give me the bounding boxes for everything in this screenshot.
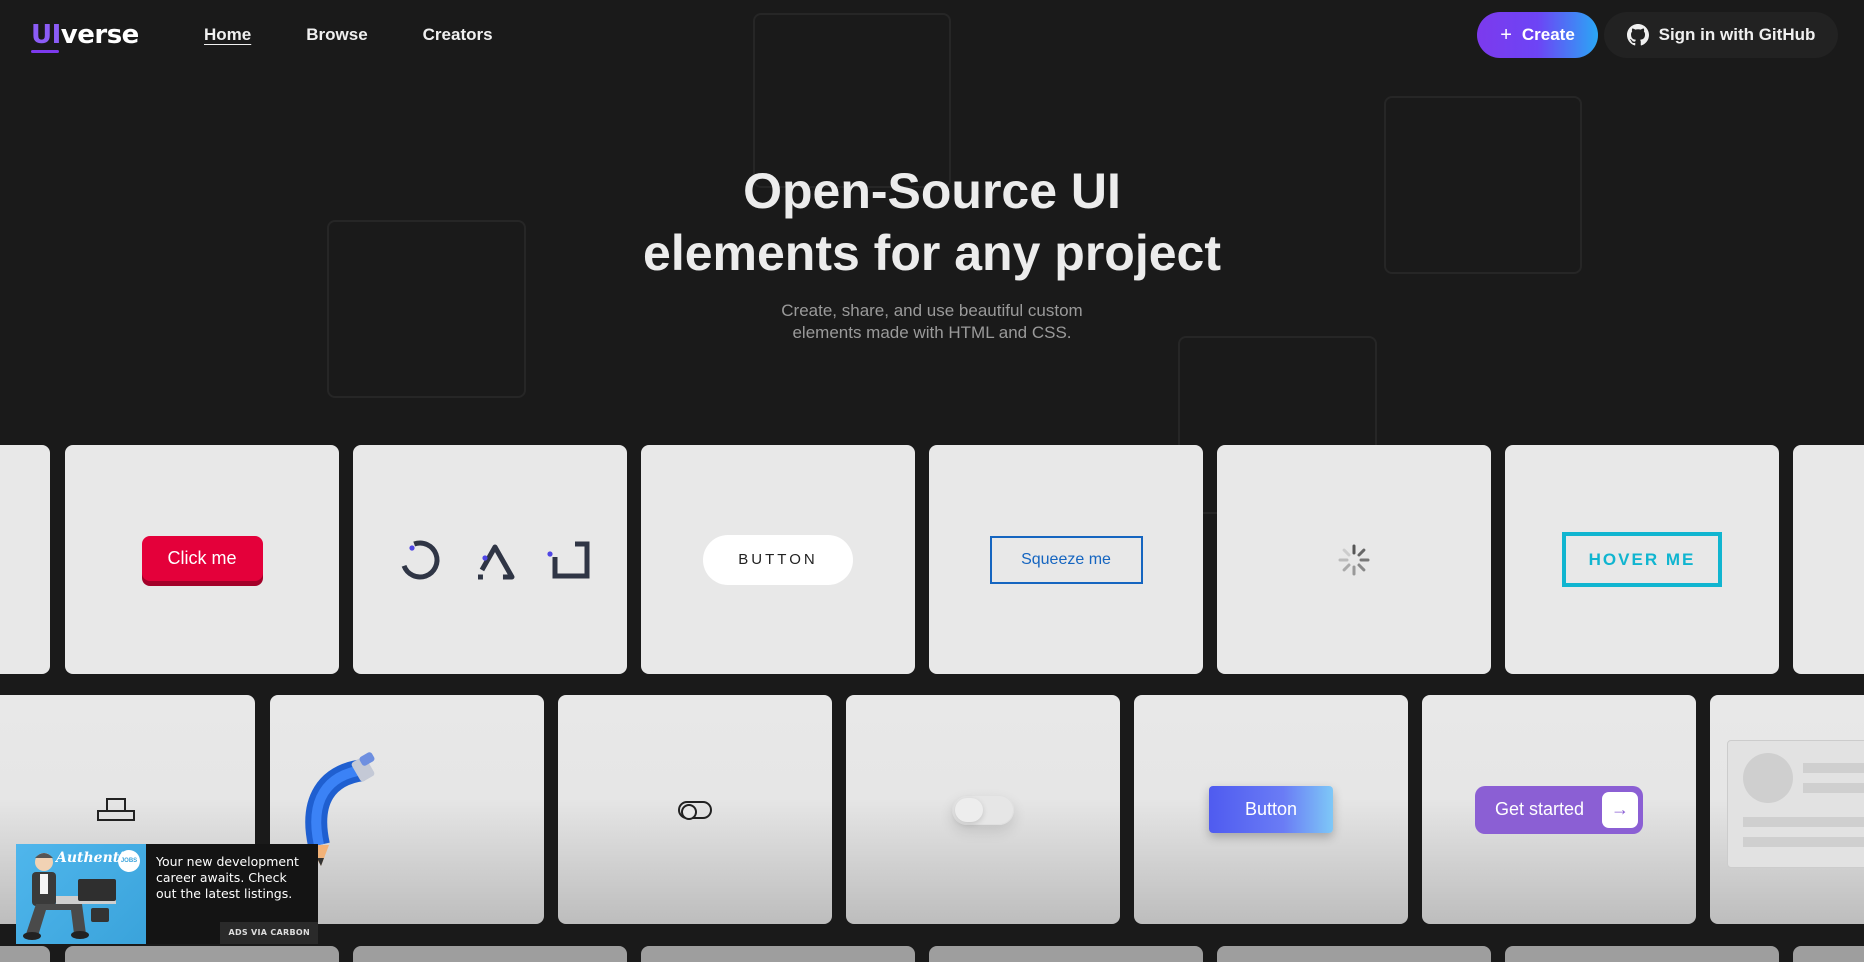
- element-card[interactable]: [1505, 946, 1779, 962]
- hero-title-line2: elements for any project: [643, 225, 1221, 281]
- hero-title: Open-Source UI elements for any project: [0, 160, 1864, 284]
- pill-button[interactable]: BUTTON: [703, 534, 853, 585]
- element-card-hover-me[interactable]: HOVER ME: [1505, 445, 1779, 674]
- element-card[interactable]: [1217, 946, 1491, 962]
- element-card[interactable]: [1793, 946, 1864, 962]
- gradient-button[interactable]: Button: [1209, 786, 1333, 833]
- arrow-right-icon: →: [1602, 791, 1638, 828]
- carbon-ad[interactable]: Authentic JOBS Your new development care…: [16, 844, 318, 944]
- skeleton-line: [1803, 783, 1864, 793]
- top-navbar: UIverse Home Browse Creators + Create Si…: [0, 0, 1864, 70]
- element-card[interactable]: [65, 946, 339, 962]
- element-card-click-me[interactable]: Click me: [65, 445, 339, 674]
- skeleton-line: [1743, 837, 1864, 847]
- github-label: Sign in with GitHub: [1658, 25, 1816, 44]
- hero-subtitle: Create, share, and use beautiful custom …: [0, 300, 1864, 344]
- element-card-get-started[interactable]: Get started →: [1422, 695, 1696, 924]
- element-card-squeeze[interactable]: Squeeze me: [929, 445, 1203, 674]
- sign-in-github-button[interactable]: Sign in with GitHub: [1604, 12, 1838, 58]
- element-card[interactable]: [641, 946, 915, 962]
- uiverse-logo[interactable]: UIverse: [31, 20, 139, 50]
- hero-subtitle-line1: Create, share, and use beautiful custom: [781, 301, 1083, 320]
- page: UIverse Home Browse Creators + Create Si…: [0, 0, 1864, 962]
- element-card[interactable]: [0, 946, 50, 962]
- logo-verse-text: verse: [60, 20, 140, 50]
- logo-ui-text: UI: [31, 20, 61, 50]
- plus-icon: +: [1500, 24, 1512, 46]
- ad-copy[interactable]: Your new development career awaits. Chec…: [146, 844, 318, 944]
- shape-loaders-icon: [400, 540, 590, 579]
- element-card[interactable]: [353, 946, 627, 962]
- click-me-button[interactable]: Click me: [141, 535, 263, 581]
- element-card-soft-toggle[interactable]: [846, 695, 1120, 924]
- nav-home[interactable]: Home: [204, 25, 251, 45]
- main-nav: Home Browse Creators: [204, 25, 548, 45]
- hero-title-line1: Open-Source UI: [743, 163, 1121, 219]
- element-card-outline-toggle[interactable]: [558, 695, 832, 924]
- ad-person-illustration: [23, 853, 116, 940]
- get-started-label: Get started: [1495, 799, 1585, 819]
- hover-me-button[interactable]: HOVER ME: [1562, 532, 1722, 587]
- create-label: Create: [1521, 25, 1575, 44]
- nav-browse[interactable]: Browse: [306, 25, 367, 45]
- skeleton-line: [1803, 763, 1864, 773]
- element-card[interactable]: [1793, 445, 1864, 674]
- element-card[interactable]: [0, 445, 50, 674]
- element-card-skeleton[interactable]: [1710, 695, 1864, 924]
- ads-via-carbon[interactable]: ADS VIA CARBON: [220, 922, 318, 944]
- soft-toggle-switch[interactable]: [952, 794, 1014, 825]
- skeleton-avatar: [1743, 753, 1793, 803]
- element-card-loaders[interactable]: [353, 445, 627, 674]
- element-card[interactable]: [929, 946, 1203, 962]
- squeeze-me-button[interactable]: Squeeze me: [989, 535, 1143, 584]
- get-started-button[interactable]: Get started →: [1475, 785, 1643, 834]
- element-card-pill-button[interactable]: BUTTON: [641, 445, 915, 674]
- skeleton-placeholder: [1727, 740, 1864, 868]
- outline-toggle-switch[interactable]: [678, 800, 712, 820]
- hero-subtitle-line2: elements made with HTML and CSS.: [792, 323, 1072, 342]
- create-button[interactable]: + Create: [1477, 12, 1598, 58]
- element-card-gradient-button[interactable]: Button: [1134, 695, 1408, 924]
- nav-creators[interactable]: Creators: [423, 25, 493, 45]
- skeleton-line: [1743, 817, 1864, 827]
- element-card-spinner[interactable]: [1217, 445, 1491, 674]
- ad-text: Your new development career awaits. Chec…: [156, 854, 299, 901]
- spinner-icon: [1338, 544, 1370, 575]
- stamp-icon: [96, 797, 135, 821]
- github-icon: [1626, 24, 1649, 46]
- ad-image[interactable]: Authentic JOBS: [16, 844, 146, 944]
